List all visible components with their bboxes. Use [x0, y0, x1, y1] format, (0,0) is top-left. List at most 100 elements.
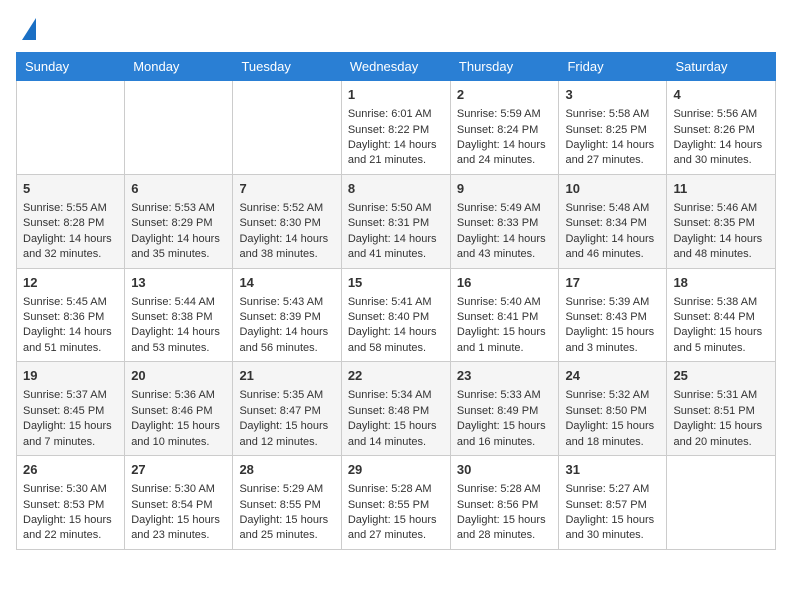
day-number: 9 [457, 180, 553, 198]
day-info: Sunset: 8:35 PM [673, 216, 769, 231]
day-info: Sunrise: 5:28 AM [348, 482, 444, 497]
day-info: Sunrise: 5:46 AM [673, 201, 769, 216]
day-number: 25 [673, 367, 769, 385]
day-info: Daylight: 15 hours [457, 513, 553, 528]
calendar-cell: 5Sunrise: 5:55 AMSunset: 8:28 PMDaylight… [17, 174, 125, 268]
day-info: Sunset: 8:53 PM [23, 498, 118, 513]
day-number: 1 [348, 86, 444, 104]
day-info: and 1 minute. [457, 341, 553, 356]
logo-triangle-icon [22, 18, 36, 40]
calendar-cell: 6Sunrise: 5:53 AMSunset: 8:29 PMDaylight… [125, 174, 233, 268]
day-number: 26 [23, 461, 118, 479]
day-info: and 28 minutes. [457, 528, 553, 543]
day-number: 2 [457, 86, 553, 104]
day-header-saturday: Saturday [667, 53, 776, 81]
day-info: Daylight: 15 hours [23, 513, 118, 528]
day-info: Sunset: 8:31 PM [348, 216, 444, 231]
day-info: Sunrise: 5:49 AM [457, 201, 553, 216]
day-info: Sunrise: 5:29 AM [239, 482, 334, 497]
day-info: Daylight: 14 hours [457, 138, 553, 153]
calendar-cell [125, 81, 233, 175]
calendar-cell: 2Sunrise: 5:59 AMSunset: 8:24 PMDaylight… [450, 81, 559, 175]
day-info: and 48 minutes. [673, 247, 769, 262]
day-info: Sunset: 8:57 PM [565, 498, 660, 513]
day-header-sunday: Sunday [17, 53, 125, 81]
day-info: Daylight: 15 hours [457, 325, 553, 340]
calendar-cell: 26Sunrise: 5:30 AMSunset: 8:53 PMDayligh… [17, 456, 125, 550]
day-info: Sunrise: 5:35 AM [239, 388, 334, 403]
calendar-cell: 30Sunrise: 5:28 AMSunset: 8:56 PMDayligh… [450, 456, 559, 550]
day-info: Sunset: 8:54 PM [131, 498, 226, 513]
day-header-tuesday: Tuesday [233, 53, 341, 81]
day-info: Daylight: 15 hours [457, 419, 553, 434]
day-number: 31 [565, 461, 660, 479]
day-number: 16 [457, 274, 553, 292]
day-info: Sunrise: 5:27 AM [565, 482, 660, 497]
calendar-table: SundayMondayTuesdayWednesdayThursdayFrid… [16, 52, 776, 550]
calendar-week-row: 5Sunrise: 5:55 AMSunset: 8:28 PMDaylight… [17, 174, 776, 268]
calendar-cell: 12Sunrise: 5:45 AMSunset: 8:36 PMDayligh… [17, 268, 125, 362]
day-info: and 18 minutes. [565, 435, 660, 450]
day-number: 30 [457, 461, 553, 479]
day-info: and 3 minutes. [565, 341, 660, 356]
day-info: Daylight: 15 hours [348, 513, 444, 528]
calendar-cell: 29Sunrise: 5:28 AMSunset: 8:55 PMDayligh… [341, 456, 450, 550]
day-info: Daylight: 15 hours [23, 419, 118, 434]
calendar-cell: 20Sunrise: 5:36 AMSunset: 8:46 PMDayligh… [125, 362, 233, 456]
day-info: Sunrise: 5:37 AM [23, 388, 118, 403]
calendar-week-row: 26Sunrise: 5:30 AMSunset: 8:53 PMDayligh… [17, 456, 776, 550]
day-info: Sunset: 8:36 PM [23, 310, 118, 325]
calendar-cell: 10Sunrise: 5:48 AMSunset: 8:34 PMDayligh… [559, 174, 667, 268]
calendar-cell: 14Sunrise: 5:43 AMSunset: 8:39 PMDayligh… [233, 268, 341, 362]
day-info: Daylight: 15 hours [239, 513, 334, 528]
day-number: 3 [565, 86, 660, 104]
day-number: 8 [348, 180, 444, 198]
day-info: Daylight: 15 hours [239, 419, 334, 434]
day-info: and 30 minutes. [673, 153, 769, 168]
day-info: Sunset: 8:43 PM [565, 310, 660, 325]
day-info: Daylight: 15 hours [131, 419, 226, 434]
day-number: 17 [565, 274, 660, 292]
day-info: Sunset: 8:24 PM [457, 123, 553, 138]
day-info: and 20 minutes. [673, 435, 769, 450]
day-info: Daylight: 14 hours [565, 138, 660, 153]
day-header-friday: Friday [559, 53, 667, 81]
day-info: Sunset: 8:29 PM [131, 216, 226, 231]
day-info: Sunrise: 5:56 AM [673, 107, 769, 122]
day-info: Sunset: 8:28 PM [23, 216, 118, 231]
calendar-cell: 31 Sunrise: 5:27 AMSunset: 8:57 PMDayligh… [559, 456, 667, 550]
calendar-cell: 18Sunrise: 5:38 AMSunset: 8:44 PMDayligh… [667, 268, 776, 362]
day-number: 19 [23, 367, 118, 385]
calendar-cell: 1Sunrise: 6:01 AMSunset: 8:22 PMDaylight… [341, 81, 450, 175]
day-info: Sunset: 8:56 PM [457, 498, 553, 513]
day-info: and 27 minutes. [565, 153, 660, 168]
calendar-cell: 4Sunrise: 5:56 AMSunset: 8:26 PMDaylight… [667, 81, 776, 175]
day-info: and 38 minutes. [239, 247, 334, 262]
calendar-cell [17, 81, 125, 175]
calendar-cell: 25Sunrise: 5:31 AMSunset: 8:51 PMDayligh… [667, 362, 776, 456]
day-info: Sunrise: 5:45 AM [23, 295, 118, 310]
calendar-cell: 27Sunrise: 5:30 AMSunset: 8:54 PMDayligh… [125, 456, 233, 550]
calendar-cell: 19Sunrise: 5:37 AMSunset: 8:45 PMDayligh… [17, 362, 125, 456]
day-header-monday: Monday [125, 53, 233, 81]
day-info: Sunset: 8:38 PM [131, 310, 226, 325]
day-info: and 5 minutes. [673, 341, 769, 356]
day-info: and 23 minutes. [131, 528, 226, 543]
day-info: and 21 minutes. [348, 153, 444, 168]
day-info: and 46 minutes. [565, 247, 660, 262]
calendar-cell: 8Sunrise: 5:50 AMSunset: 8:31 PMDaylight… [341, 174, 450, 268]
calendar-week-row: 12Sunrise: 5:45 AMSunset: 8:36 PMDayligh… [17, 268, 776, 362]
day-info: Daylight: 14 hours [131, 232, 226, 247]
day-info: Daylight: 15 hours [131, 513, 226, 528]
day-info: Daylight: 15 hours [565, 419, 660, 434]
day-info: Sunrise: 5:38 AM [673, 295, 769, 310]
day-info: Daylight: 14 hours [239, 232, 334, 247]
day-info: Daylight: 15 hours [565, 513, 660, 528]
day-info: Daylight: 14 hours [457, 232, 553, 247]
day-number: 15 [348, 274, 444, 292]
day-info: Sunrise: 5:43 AM [239, 295, 334, 310]
calendar-cell: 17Sunrise: 5:39 AMSunset: 8:43 PMDayligh… [559, 268, 667, 362]
day-number: 29 [348, 461, 444, 479]
calendar-cell: 15Sunrise: 5:41 AMSunset: 8:40 PMDayligh… [341, 268, 450, 362]
day-info: Daylight: 14 hours [673, 232, 769, 247]
